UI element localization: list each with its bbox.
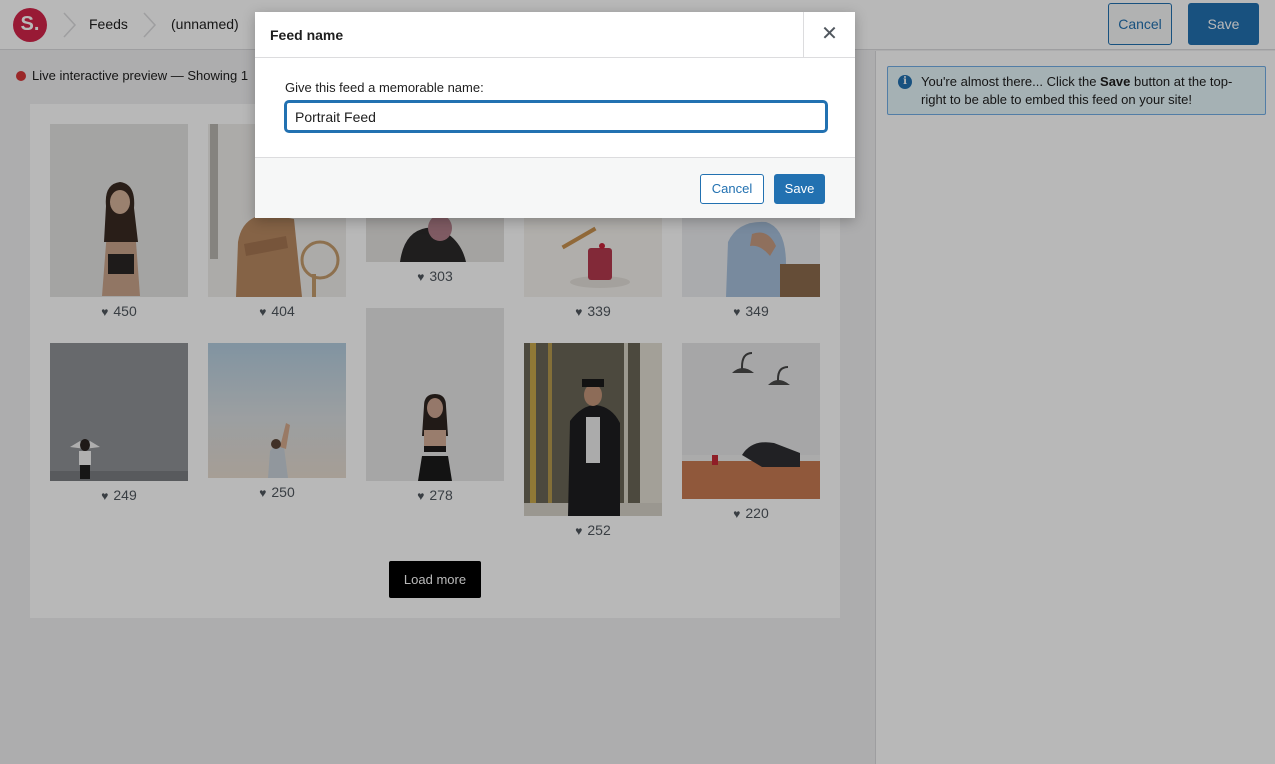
dialog-save-button[interactable]: Save bbox=[774, 174, 825, 204]
feed-name-input[interactable] bbox=[285, 101, 827, 132]
feed-name-label: Give this feed a memorable name: bbox=[285, 80, 484, 95]
dialog-header: Feed name ✕ bbox=[255, 12, 855, 58]
dialog-title: Feed name bbox=[270, 27, 344, 43]
dialog-cancel-button[interactable]: Cancel bbox=[700, 174, 764, 204]
dialog-footer: Cancel Save bbox=[255, 157, 855, 218]
dialog-body: Give this feed a memorable name: bbox=[255, 58, 855, 156]
close-icon[interactable]: ✕ bbox=[803, 12, 855, 57]
feed-name-dialog: Feed name ✕ Give this feed a memorable n… bbox=[255, 12, 855, 218]
